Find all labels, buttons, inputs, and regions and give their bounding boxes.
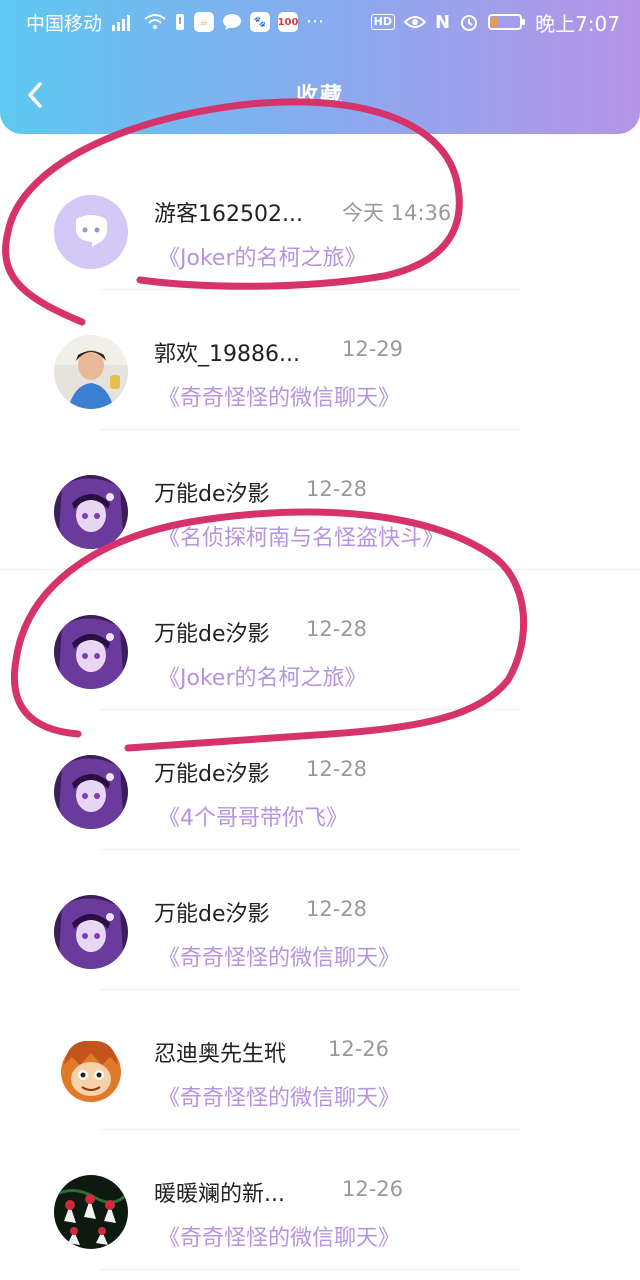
avatar[interactable] [54,895,128,969]
sender-name: 郭欢_19886... [154,342,300,367]
chat-icon [222,13,242,31]
hd-icon: HD [370,14,395,30]
sender-name: 万能de汐影 [154,902,270,927]
story-title-link[interactable]: 《奇奇怪怪的微信聊天》 [158,940,400,972]
wifi-icon [144,13,166,31]
status-bar: 中国移动 ☕ 🐾 100 ··· HD N 晚上7:07 [0,0,640,44]
sender-name: 万能de汐影 [154,622,270,647]
list-item[interactable]: 万能de汐影 12-28 《4个哥哥带你飞》 [0,710,640,850]
list-item[interactable]: 忍迪奥先生玳 12-26 《奇奇怪怪的微信聊天》 [0,990,640,1130]
100-icon: 100 [278,12,298,32]
avatar[interactable] [54,755,128,829]
sender-name: 暖暖斓的新... [154,1182,285,1207]
list-item[interactable]: 万能de汐影 12-28 《奇奇怪怪的微信聊天》 [0,850,640,990]
list-item[interactable]: 游客162502... 今天 14:36 《Joker的名柯之旅》 [0,150,640,290]
timestamp: 12-28 [306,477,368,501]
paw-icon: 🐾 [250,12,271,32]
more-dots-icon: ··· [306,11,325,33]
avatar[interactable] [54,335,128,409]
story-title-link[interactable]: 《Joker的名柯之旅》 [158,660,367,692]
story-title-link[interactable]: 《奇奇怪怪的微信聊天》 [158,1220,400,1252]
status-time: 晚上7:07 [535,11,620,36]
avatar[interactable] [54,475,128,549]
sender-name: 万能de汐影 [154,762,270,787]
sender-name: 忍迪奥先生玳 [154,1042,287,1067]
timestamp: 12-26 [328,1037,390,1061]
list-item[interactable]: 郭欢_19886... 12-29 《奇奇怪怪的微信聊天》 [0,290,640,430]
nfc-icon: N [435,11,451,33]
list-item[interactable]: 暖暖斓的新... 12-26 《奇奇怪怪的微信聊天》 [0,1130,640,1270]
header-bar: 中国移动 ☕ 🐾 100 ··· HD N 晚上7:07 收藏 [0,0,640,134]
list-item[interactable]: 万能de汐影 12-28 《Joker的名柯之旅》 [0,570,640,710]
page-title: 收藏 [295,84,344,109]
eye-icon [404,14,426,30]
timestamp: 12-28 [306,757,368,781]
timestamp: 12-28 [306,617,368,641]
avatar[interactable] [54,615,128,689]
app-icon: ☕ [194,12,215,32]
avatar[interactable] [54,1175,128,1249]
divider [100,1269,520,1270]
story-title-link[interactable]: 《Joker的名柯之旅》 [158,240,367,272]
signal-icon [110,12,136,32]
alert-icon [174,12,186,32]
timestamp: 12-26 [342,1177,404,1201]
timestamp: 12-28 [306,897,368,921]
sender-name: 万能de汐影 [154,482,270,507]
timestamp: 12-29 [342,337,404,361]
story-title-link[interactable]: 《4个哥哥带你飞》 [158,800,348,832]
carrier-label: 中国移动 [26,12,103,35]
avatar[interactable] [54,195,128,269]
avatar[interactable] [54,1035,128,1109]
story-title-link[interactable]: 《名侦探柯南与名怪盗快斗》 [158,520,444,552]
favorites-list: 游客162502... 今天 14:36 《Joker的名柯之旅》 郭欢_198… [0,150,640,1270]
story-title-link[interactable]: 《奇奇怪怪的微信聊天》 [158,1080,400,1112]
sender-name: 游客162502... [154,202,303,227]
battery-icon [488,14,526,30]
list-item[interactable]: 万能de汐影 12-28 《名侦探柯南与名怪盗快斗》 [0,430,640,570]
alarm-icon [459,12,479,32]
story-title-link[interactable]: 《奇奇怪怪的微信聊天》 [158,380,400,412]
timestamp: 今天 14:36 [342,201,452,225]
